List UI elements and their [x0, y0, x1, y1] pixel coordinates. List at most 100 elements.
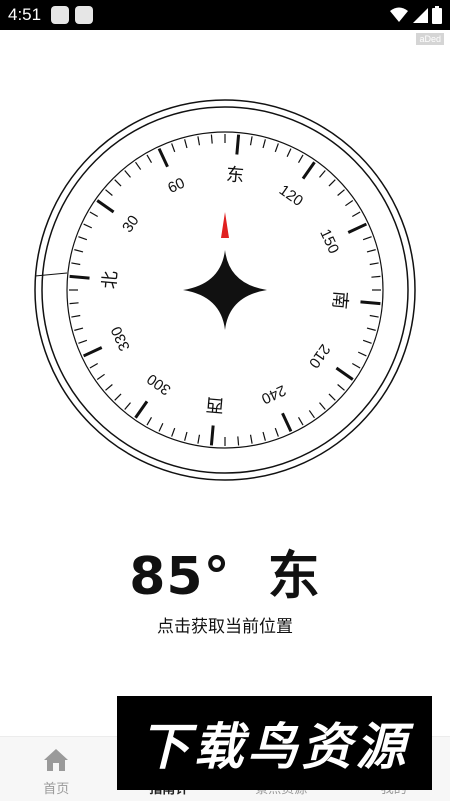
cardinal-label: 南: [328, 290, 350, 310]
minor-tick: [172, 143, 175, 151]
minor-tick: [358, 352, 366, 356]
major-tick: [237, 135, 239, 155]
minor-tick: [78, 237, 86, 240]
minor-tick: [370, 316, 379, 318]
major-tick: [303, 162, 314, 178]
minor-tick: [90, 212, 98, 217]
degree-label: 60: [165, 175, 187, 197]
minor-tick: [70, 303, 79, 304]
minor-tick: [198, 136, 200, 145]
status-icons: [390, 6, 442, 24]
heading-readout: 85° 东: [0, 534, 450, 609]
minor-tick: [90, 364, 98, 369]
battery-icon: [432, 6, 442, 24]
minor-tick: [71, 263, 80, 265]
major-tick: [336, 368, 352, 379]
minor-tick: [363, 237, 371, 240]
minor-tick: [125, 403, 131, 410]
minor-tick: [84, 224, 92, 228]
minor-tick: [251, 435, 253, 444]
nav-item-home[interactable]: 首页: [0, 737, 113, 801]
status-time: 4:51: [8, 5, 41, 25]
minor-tick: [299, 155, 304, 163]
minor-tick: [136, 162, 141, 169]
status-bar: 4:51: [0, 0, 450, 30]
minor-tick: [345, 201, 352, 206]
minor-tick: [287, 149, 291, 157]
degree-label: 330: [108, 324, 134, 354]
heading-needle: [221, 212, 229, 238]
major-tick: [348, 224, 366, 232]
minor-tick: [352, 364, 360, 369]
center-star-icon: [183, 250, 267, 330]
major-tick: [97, 201, 113, 212]
cardinal-label: 西: [205, 393, 225, 415]
heading-direction: 东: [268, 547, 321, 607]
minor-tick: [159, 423, 163, 431]
minor-tick: [238, 436, 239, 445]
minor-tick: [338, 190, 345, 196]
minor-tick: [338, 384, 345, 390]
minor-tick: [211, 135, 212, 144]
minor-tick: [319, 170, 325, 177]
minor-tick: [251, 136, 253, 145]
minor-tick: [370, 263, 379, 265]
minor-tick: [185, 432, 187, 441]
minor-tick: [319, 403, 325, 410]
minor-tick: [329, 180, 335, 186]
major-tick: [159, 149, 167, 167]
minor-tick: [125, 170, 131, 177]
minor-tick: [263, 139, 265, 148]
minor-tick: [78, 340, 86, 343]
minor-tick: [198, 435, 200, 444]
degree-label: 300: [144, 370, 174, 398]
home-icon: [43, 748, 69, 772]
minor-tick: [74, 328, 83, 330]
degree-label: 30: [119, 212, 142, 235]
compass: 东南西 北 30 60 120 150 210 240 300 330: [0, 80, 450, 500]
degree-label: 210: [305, 341, 333, 371]
minor-tick: [115, 394, 121, 400]
degree-label: 150: [316, 226, 342, 256]
major-tick: [136, 401, 147, 417]
minor-tick: [172, 428, 175, 436]
cardinal-label: 东: [225, 164, 245, 186]
notification-icon: [51, 6, 69, 24]
compass-dial: 东南西 北 30 60 120 150 210 240 300 330: [0, 80, 450, 500]
ad-tag: aDed: [416, 33, 444, 45]
minor-tick: [275, 143, 278, 151]
heading-degrees: 85°: [129, 547, 230, 607]
minor-tick: [147, 417, 152, 425]
minor-tick: [329, 394, 335, 400]
major-tick: [360, 302, 380, 304]
get-location-button[interactable]: 点击获取当前位置: [0, 612, 450, 637]
reference-line: [35, 273, 67, 276]
minor-tick: [367, 250, 376, 252]
minor-tick: [115, 180, 121, 186]
wifi-icon: [390, 7, 408, 23]
major-tick: [70, 276, 90, 278]
minor-tick: [97, 374, 104, 379]
minor-tick: [275, 428, 278, 436]
minor-tick: [71, 316, 80, 318]
minor-tick: [352, 212, 360, 217]
major-tick: [282, 413, 290, 431]
degree-label: 240: [259, 381, 289, 407]
minor-tick: [363, 340, 371, 343]
degree-label: 120: [276, 182, 306, 210]
minor-tick: [299, 417, 304, 425]
watermark-banner: 下载鸟资源: [117, 696, 432, 790]
minor-tick: [367, 328, 376, 330]
cardinal-label: 北: [99, 270, 121, 290]
minor-tick: [371, 276, 380, 277]
major-tick: [211, 425, 213, 445]
major-tick: [84, 347, 102, 355]
nav-item-label: 首页: [43, 778, 69, 797]
minor-tick: [147, 155, 152, 163]
signal-icon: [412, 7, 428, 23]
minor-tick: [263, 432, 265, 441]
notification-icon: [75, 6, 93, 24]
minor-tick: [309, 410, 314, 417]
minor-tick: [185, 139, 187, 148]
minor-tick: [74, 250, 83, 252]
